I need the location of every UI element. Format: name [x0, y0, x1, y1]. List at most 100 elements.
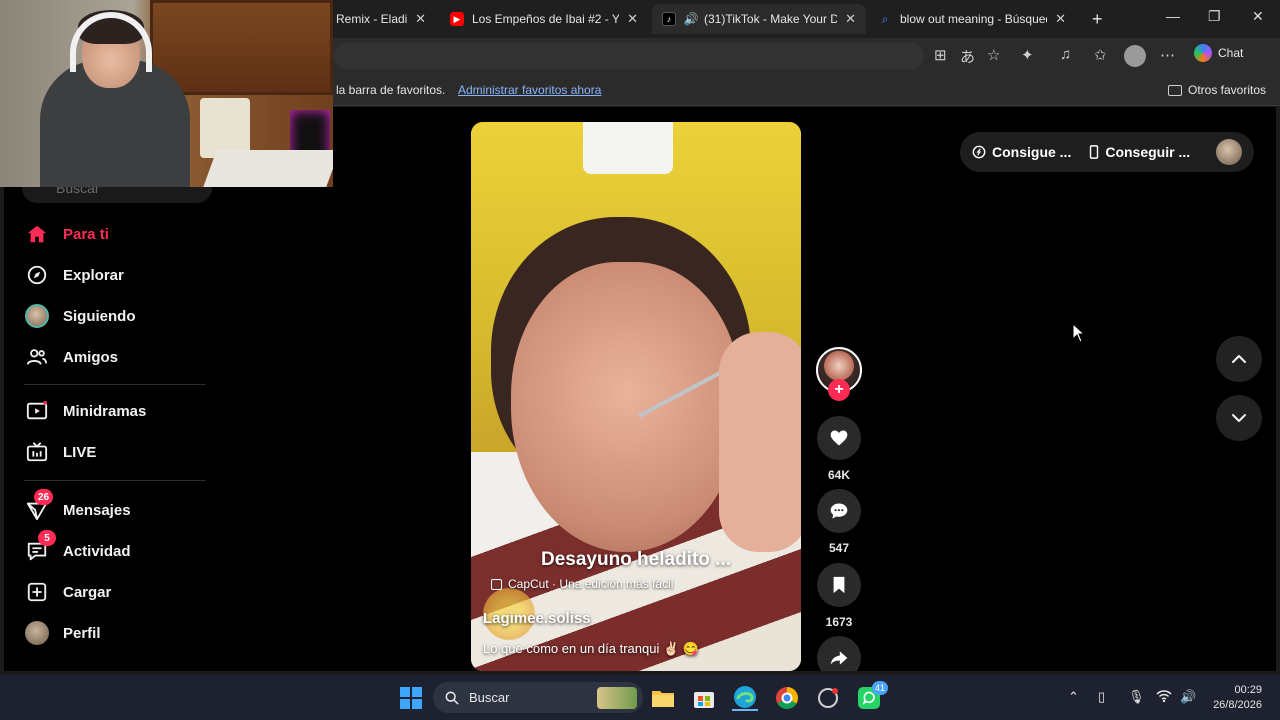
video-author[interactable]: Lagimee.soliss: [483, 610, 591, 627]
system-clock[interactable]: 00:29 26/8/2026: [1206, 683, 1262, 713]
video-frame: [583, 122, 673, 174]
webcam-frame: [203, 150, 333, 187]
sidebar-item-label: Perfil: [63, 624, 101, 642]
notification-badge: 5: [38, 530, 56, 546]
usb-icon[interactable]: ▯: [1098, 689, 1105, 705]
speaker-icon[interactable]: 🔊: [684, 12, 699, 26]
comment-button[interactable]: [817, 489, 861, 533]
get-coins-label: Consigue ...: [992, 144, 1072, 160]
close-window-icon[interactable]: ✕: [1252, 8, 1264, 25]
coin-icon: [972, 145, 986, 159]
sidebar-item-amigos[interactable]: Amigos: [24, 344, 214, 370]
extensions-icon[interactable]: ✦: [1021, 46, 1034, 64]
folder-icon: [1168, 84, 1182, 96]
notification-badge: 41: [871, 681, 888, 695]
comment-icon: [830, 503, 848, 519]
close-icon[interactable]: ✕: [415, 11, 426, 27]
wifi-icon[interactable]: [1156, 689, 1172, 706]
screen: Remix - Eladio C ✕ ▶ Los Empeños de Ibai…: [0, 0, 1280, 720]
sidebar-item-cargar[interactable]: Cargar: [24, 579, 214, 605]
capcut-link[interactable]: CapCut · Una edición más fácil: [491, 577, 673, 591]
notification-badge: 26: [34, 489, 54, 505]
phone-icon: [1090, 145, 1099, 159]
minidrama-icon: [24, 398, 50, 424]
plus-icon: +: [1092, 8, 1103, 29]
microphone-icon[interactable]: 🎙: [1128, 689, 1145, 705]
close-icon[interactable]: ✕: [845, 11, 856, 27]
user-avatar[interactable]: [1216, 139, 1242, 165]
share-button[interactable]: [817, 636, 861, 671]
sidebar-item-label: Siguiendo: [63, 307, 136, 325]
tab-tiktok[interactable]: ♪ 🔊 (31)TikTok - Make Your Day ✕: [652, 4, 866, 34]
sidebar-item-live[interactable]: LIVE: [24, 439, 214, 465]
app-icon[interactable]: [815, 685, 841, 711]
collections-icon[interactable]: ✩: [1094, 46, 1107, 64]
volume-icon[interactable]: 🔊: [1180, 689, 1196, 705]
edge-icon[interactable]: [732, 685, 758, 711]
save-count: 1673: [825, 615, 853, 629]
sidebar-item-label: Minidramas: [63, 402, 147, 420]
new-tab-button[interactable]: +: [1082, 4, 1112, 34]
video-frame: [511, 262, 741, 552]
chat-button[interactable]: Chat: [1194, 44, 1243, 62]
tab-title: blow out meaning - Búsqueda: [900, 12, 1048, 26]
tab-youtube[interactable]: ▶ Los Empeños de Ibai #2 - YouTu ✕: [440, 4, 648, 34]
taskbar-search-box[interactable]: Buscar: [433, 682, 643, 713]
other-favorites-button[interactable]: Otros favoritos: [1168, 83, 1266, 97]
sidebar-item-mensajes[interactable]: 26 Mensajes: [24, 489, 214, 523]
share-icon: [830, 651, 848, 665]
chevron-up-icon[interactable]: ⌃: [1068, 689, 1079, 705]
profile-avatar[interactable]: [1124, 45, 1146, 67]
manage-favorites-link[interactable]: Administrar favoritos ahora: [458, 83, 601, 97]
windows-start-icon[interactable]: [398, 685, 424, 711]
media-icon[interactable]: ♫: [1060, 46, 1071, 63]
restore-icon[interactable]: ❐: [1208, 8, 1221, 25]
minimize-icon[interactable]: —: [1166, 8, 1180, 24]
capcut-icon: [491, 578, 502, 590]
get-app-button[interactable]: Conseguir ...: [1089, 144, 1190, 160]
friends-icon: [24, 344, 50, 370]
close-icon[interactable]: ✕: [627, 11, 638, 27]
address-input[interactable]: [334, 43, 924, 69]
heart-icon: [830, 430, 848, 446]
search-icon: [445, 691, 459, 705]
file-explorer-icon[interactable]: [650, 685, 676, 711]
divider: [24, 480, 206, 481]
top-right-actions: Consigue ... Conseguir ...: [960, 132, 1254, 172]
next-video-button[interactable]: [1216, 395, 1262, 441]
store-icon[interactable]: [691, 685, 717, 711]
sidebar-item-siguiendo[interactable]: Siguiendo: [24, 303, 214, 329]
follow-plus-button[interactable]: +: [828, 379, 850, 401]
comment-count: 547: [828, 541, 850, 555]
translate-icon[interactable]: あ: [960, 46, 975, 67]
save-button[interactable]: [817, 563, 861, 607]
save-action: 1673: [816, 563, 862, 629]
video-caption: Desayuno heladito ...: [540, 549, 732, 570]
tab-remix[interactable]: Remix - Eladio C ✕: [326, 4, 436, 34]
like-button[interactable]: [817, 416, 861, 460]
video-frame: [719, 332, 801, 552]
chevron-down-icon: [1232, 414, 1246, 422]
other-favorites-label: Otros favoritos: [1188, 83, 1267, 97]
sidebar-item-para-ti[interactable]: Para ti: [24, 221, 214, 247]
like-count: 64K: [827, 468, 850, 482]
share-action: [816, 636, 862, 671]
sidebar-item-label: Mensajes: [63, 501, 131, 519]
whatsapp-icon[interactable]: 41: [856, 681, 888, 711]
close-icon[interactable]: ✕: [1055, 11, 1066, 27]
previous-video-button[interactable]: [1216, 336, 1262, 382]
more-icon[interactable]: ⋯: [1160, 46, 1175, 64]
sidebar-item-explorar[interactable]: Explorar: [24, 262, 214, 288]
chrome-icon[interactable]: [774, 685, 800, 711]
get-coins-button[interactable]: Consigue ...: [972, 144, 1071, 160]
sidebar-item-perfil[interactable]: Perfil: [24, 620, 214, 646]
sidebar-item-actividad[interactable]: 5 Actividad: [24, 530, 214, 564]
video-player[interactable]: Desayuno heladito ... CapCut · Una edici…: [471, 122, 801, 671]
sidebar-item-minidramas[interactable]: Minidramas: [24, 398, 214, 424]
tab-search[interactable]: ⌕ blow out meaning - Búsqueda ✕: [868, 4, 1076, 34]
video-description: Lo que como en un día tranqui ✌🏻 😋: [483, 641, 699, 656]
favorite-star-icon[interactable]: ☆: [987, 46, 1000, 64]
tab-title: (31)TikTok - Make Your Day: [704, 12, 838, 26]
apps-icon[interactable]: ⊞: [934, 46, 947, 64]
tiktok-icon: ♪: [662, 12, 676, 26]
